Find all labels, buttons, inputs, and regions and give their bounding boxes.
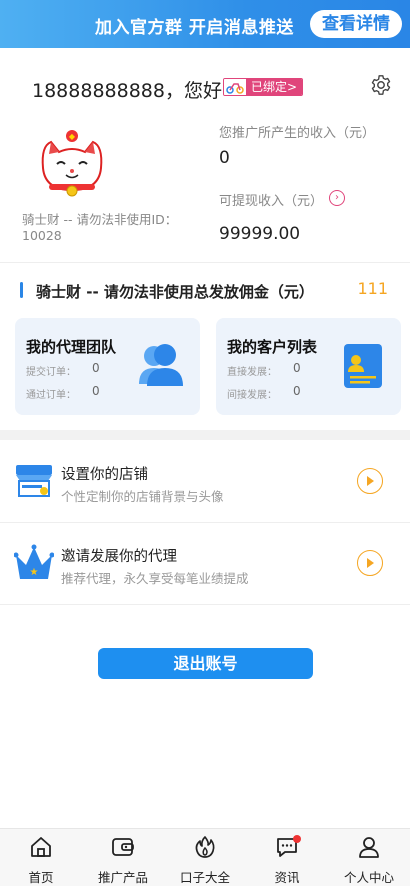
tab-loan-list[interactable]: 口子大全: [164, 829, 246, 886]
section-gap: [0, 430, 410, 440]
list-item-subtitle: 个性定制你的店铺背景与头像: [61, 489, 224, 504]
card-row: 直接发展： 0: [227, 361, 301, 378]
card-title: 我的代理团队: [26, 338, 117, 356]
top-banner[interactable]: 加入官方群 开启消息推送 查看详情: [0, 0, 410, 48]
card-row-label: 通过订单：: [26, 390, 76, 401]
greeting-text: 18888888888，您好: [32, 80, 222, 102]
tab-home[interactable]: 首页: [0, 829, 82, 886]
avatar[interactable]: ◆: [35, 128, 109, 202]
team-icon: [137, 342, 187, 392]
list-item-title: 设置你的店铺: [61, 467, 148, 483]
contact-card-icon: [342, 342, 384, 394]
withdraw-value: 99999.00: [219, 224, 301, 244]
card-row-label: 间接发展：: [227, 390, 277, 401]
card-row: 通过订单： 0: [26, 384, 100, 401]
card-title: 我的客户列表: [227, 338, 318, 356]
card-row: 间接发展： 0: [227, 384, 301, 401]
card-row-label: 直接发展：: [227, 367, 277, 378]
crown-icon: ★: [13, 543, 55, 587]
card-row-label: 提交订单：: [26, 367, 76, 378]
tab-label: 推广产品: [97, 870, 148, 885]
card-row-value: 0: [92, 384, 100, 398]
home-icon: [31, 837, 51, 857]
profile-section: 18888888888，您好 已绑定> ◆ 骑士财 -- 请勿法非使用ID：10…: [0, 48, 410, 262]
gear-icon[interactable]: [370, 74, 392, 96]
svg-text:★: ★: [30, 567, 39, 578]
divider: [0, 604, 410, 605]
bound-label: 已绑定>: [246, 79, 303, 95]
bottom-tab-bar: 首页 推广产品 口子大全 资讯 个人中心: [0, 828, 410, 886]
tab-news[interactable]: 资讯: [246, 829, 328, 886]
list-item-subtitle: 推荐代理，永久享受每笔业绩提成: [61, 571, 249, 586]
tab-label: 资讯: [274, 870, 300, 885]
card-row-value: 0: [293, 361, 301, 375]
tab-profile[interactable]: 个人中心: [328, 829, 410, 886]
banner-text: 加入官方群 开启消息推送: [95, 18, 294, 38]
tab-label: 首页: [28, 870, 54, 885]
commission-title: 骑士财 -- 请勿法非使用总发放佣金（元）: [36, 283, 314, 301]
list-item-title: 邀请发展你的代理: [61, 549, 177, 565]
tab-promote-products[interactable]: 推广产品: [82, 829, 164, 886]
card-row-value: 0: [92, 361, 100, 375]
wallet-icon: [112, 838, 134, 856]
commission-value: 111: [357, 279, 388, 298]
user-icon: [359, 837, 379, 858]
shop-icon: [14, 461, 54, 505]
list-item-invite[interactable]: ★ 邀请发展你的代理 推荐代理，永久享受每笔业绩提成: [0, 523, 410, 604]
bound-badge[interactable]: 已绑定>: [223, 78, 304, 96]
divider: [0, 262, 410, 263]
chevron-right-icon[interactable]: ›: [329, 190, 345, 206]
bike-icon: [224, 79, 246, 95]
svg-text:◆: ◆: [69, 132, 76, 141]
withdraw-label: 可提现收入（元）: [219, 194, 324, 209]
nickname-id: 骑士财 -- 请勿法非使用ID：10028: [22, 212, 178, 243]
card-row-value: 0: [293, 384, 301, 398]
card-row: 提交订单： 0: [26, 361, 100, 378]
tab-label: 口子大全: [179, 870, 230, 885]
agent-team-card[interactable]: 我的代理团队 提交订单： 0 通过订单： 0: [15, 318, 200, 415]
income-label: 您推广所产生的收入（元）: [219, 126, 376, 141]
notification-dot: [293, 835, 301, 843]
view-details-button[interactable]: 查看详情: [310, 10, 402, 38]
tab-label: 个人中心: [343, 870, 394, 885]
fire-icon: [195, 836, 215, 858]
list-item-shop[interactable]: 设置你的店铺 个性定制你的店铺背景与头像: [0, 441, 410, 522]
logout-button[interactable]: 退出账号: [98, 648, 313, 679]
section-marker: [20, 282, 23, 298]
play-icon[interactable]: [357, 468, 383, 494]
play-icon[interactable]: [357, 550, 383, 576]
income-value: 0: [219, 148, 230, 168]
customer-list-card[interactable]: 我的客户列表 直接发展： 0 间接发展： 0: [216, 318, 401, 415]
